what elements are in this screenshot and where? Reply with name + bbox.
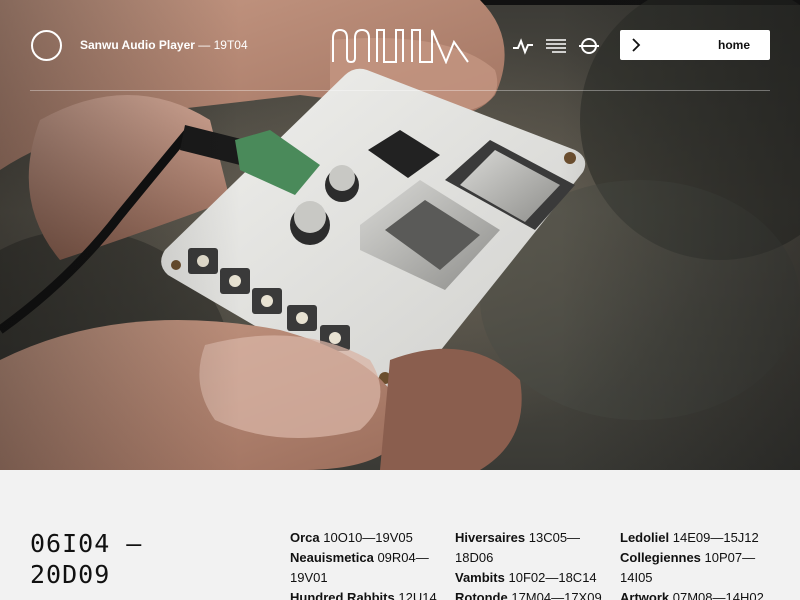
circle-logo-icon[interactable] (31, 30, 62, 61)
project-name: Artwork (620, 590, 670, 600)
date-range: 06I04 — 20D09 (30, 528, 230, 590)
wave-logotype-icon[interactable] (332, 28, 470, 64)
photo-shade (0, 0, 800, 470)
project-name: Hiversaires (455, 530, 526, 545)
project-name: Rotonde (455, 590, 508, 600)
project-entry[interactable]: Rotonde 17M04—17X09 (455, 588, 605, 600)
date-range-start: 06I04 — (30, 529, 143, 558)
project-entry[interactable]: Neauismetica 09R04—19V01 (290, 548, 440, 588)
project-entry[interactable]: Collegiennes 10P07—14I05 (620, 548, 775, 588)
project-dates: 10O10—19V05 (323, 530, 413, 545)
project-dates: 12U14 (398, 590, 437, 600)
date-range-end: 20D09 (30, 560, 111, 589)
product-code: — 19T04 (198, 38, 248, 52)
project-entry[interactable]: Ledoliel 14E09—15J12 (620, 528, 775, 548)
project-entry[interactable]: Hundred Rabbits 12U14 (290, 588, 440, 600)
project-column-1: Orca 10O10—19V05 Neauismetica 09R04—19V0… (290, 528, 440, 600)
project-name: Hundred Rabbits (290, 590, 395, 600)
project-name: Ledoliel (620, 530, 670, 545)
lines-menu-icon[interactable] (545, 36, 567, 56)
project-entry[interactable]: Artwork 07M08—14H02 (620, 588, 775, 600)
home-button[interactable]: home (620, 30, 770, 60)
project-dates: 07M08—14H02 (672, 590, 764, 600)
home-button-label: home (718, 38, 751, 52)
theta-circle-icon[interactable] (578, 36, 600, 56)
project-name: Collegiennes (620, 550, 701, 565)
project-entry[interactable]: Vambits 10F02—18C14 (455, 568, 605, 588)
project-name: Orca (290, 530, 320, 545)
project-column-2: Hiversaires 13C05—18D06 Vambits 10F02—18… (455, 528, 605, 600)
pulse-icon[interactable] (512, 36, 534, 56)
project-dates: 10F02—18C14 (508, 570, 597, 585)
project-entry[interactable]: Hiversaires 13C05—18D06 (455, 528, 605, 568)
product-title: Sanwu Audio Player — 19T04 (80, 38, 248, 52)
hero-photo: Sanwu Audio Player — 19T04 home (0, 0, 800, 470)
product-name: Sanwu Audio Player (80, 38, 195, 52)
project-name: Neauismetica (290, 550, 374, 565)
chevron-right-icon (632, 38, 641, 52)
header-divider (30, 90, 770, 91)
project-dates: 17M04—17X09 (511, 590, 602, 600)
project-column-3: Ledoliel 14E09—15J12 Collegiennes 10P07—… (620, 528, 775, 600)
project-index: 06I04 — 20D09 Orca 10O10—19V05 Neauismet… (0, 470, 800, 600)
project-name: Vambits (455, 570, 505, 585)
project-dates: 14E09—15J12 (672, 530, 759, 545)
project-entry[interactable]: Orca 10O10—19V05 (290, 528, 440, 548)
